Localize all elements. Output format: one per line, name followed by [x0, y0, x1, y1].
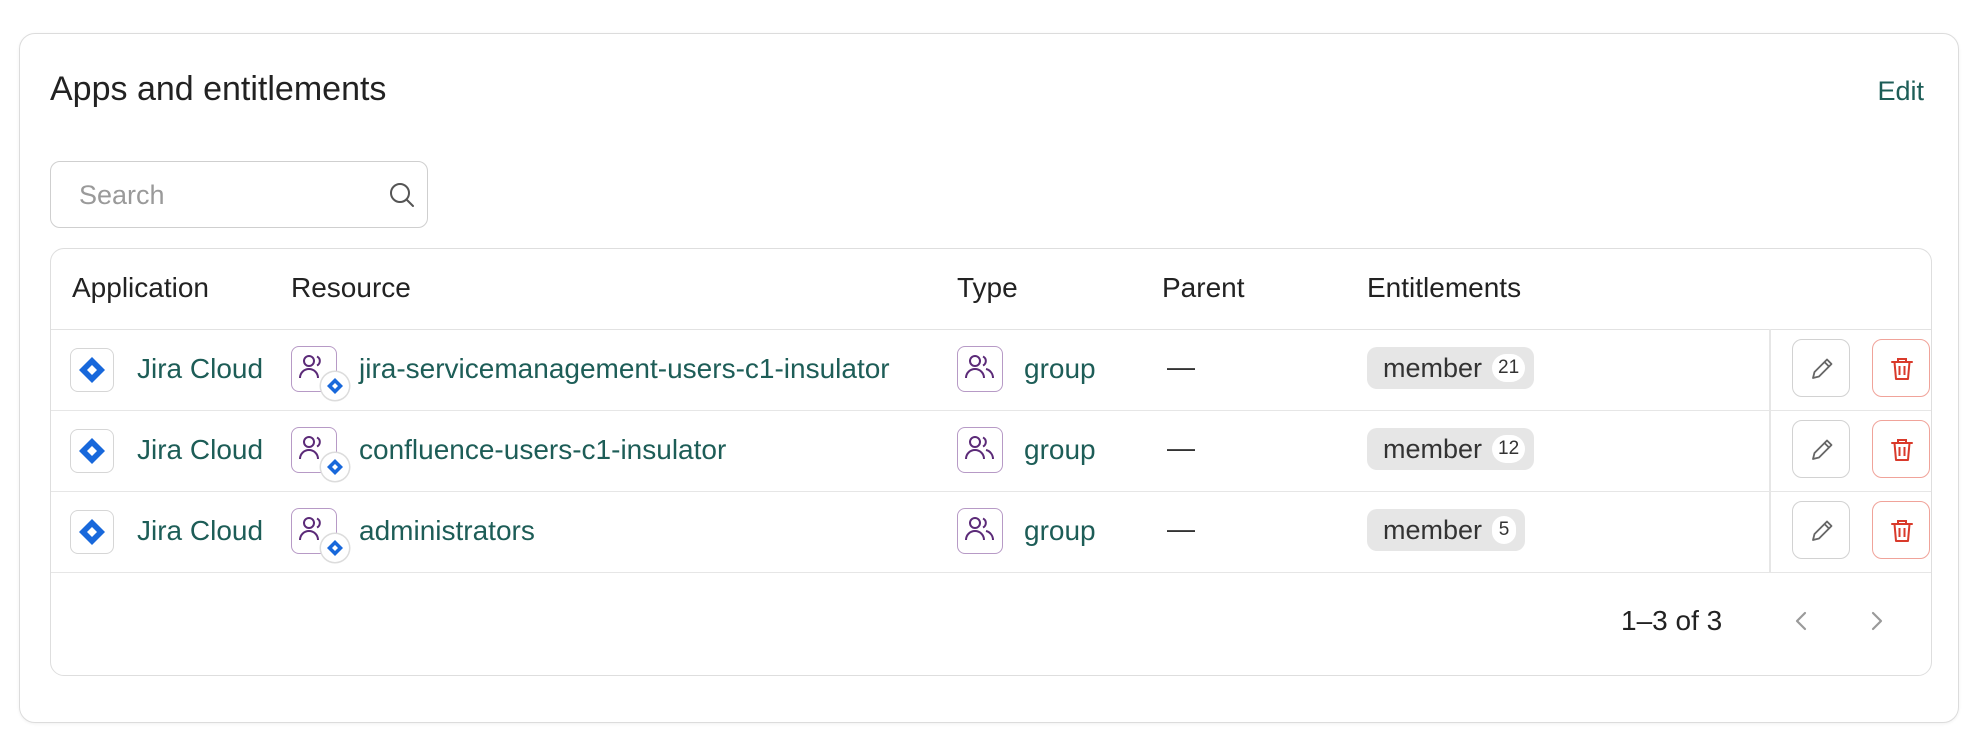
jira-diamond-icon [70, 348, 114, 392]
previous-page-button[interactable] [1781, 601, 1821, 641]
application-link[interactable]: Jira Cloud [137, 353, 263, 385]
type-label: group [1024, 353, 1096, 384]
search-icon[interactable] [387, 180, 417, 210]
table-row: Jira Cloud jira-servicemanagement-users-… [51, 329, 1931, 411]
entitlement-count: 5 [1492, 516, 1517, 544]
type-label: group [1024, 515, 1096, 546]
actions-divider [1769, 329, 1771, 410]
parent-value: — [1167, 513, 1195, 544]
resource-link[interactable]: jira-servicemanagement-users-c1-insulato… [359, 353, 890, 385]
delete-row-button[interactable] [1872, 501, 1930, 559]
table-row: Jira Cloud administrators group — member… [51, 491, 1931, 573]
trash-icon [1891, 439, 1913, 461]
edit-button[interactable]: Edit [1877, 76, 1924, 107]
section-title: Apps and entitlements [50, 70, 387, 108]
entitlement-count: 12 [1492, 435, 1526, 463]
chevron-right-icon [1871, 611, 1883, 631]
parent-value: — [1167, 432, 1195, 463]
pencil-icon [1812, 439, 1833, 460]
edit-row-button[interactable] [1792, 420, 1850, 478]
application-link[interactable]: Jira Cloud [137, 515, 263, 547]
trash-icon [1891, 520, 1913, 542]
entitlement-label: member [1383, 514, 1483, 545]
parent-value: — [1167, 351, 1195, 382]
entitlements-table: Application Resource Type Parent Entitle… [50, 248, 1932, 676]
entitlement-count: 21 [1492, 354, 1526, 382]
jira-badge-icon [321, 534, 349, 562]
pencil-icon [1812, 520, 1833, 541]
entitlement-label: member [1383, 352, 1483, 383]
search-input[interactable] [77, 162, 381, 228]
pencil-icon [1812, 358, 1833, 379]
table-header: Application Resource Type Parent Entitle… [51, 249, 1931, 330]
column-header-entitlements: Entitlements [1367, 272, 1522, 303]
table-row: Jira Cloud confluence-users-c1-insulator… [51, 410, 1931, 492]
entitlement-label: member [1383, 433, 1483, 464]
people-icon [957, 508, 1003, 554]
jira-badge-icon [321, 453, 349, 481]
next-page-button[interactable] [1857, 601, 1897, 641]
actions-divider [1769, 410, 1771, 491]
pagination-range: 1–3 of 3 [1621, 605, 1723, 636]
edit-row-button[interactable] [1792, 339, 1850, 397]
apps-entitlements-card: Apps and entitlements Edit Application R… [19, 33, 1959, 723]
resource-link[interactable]: administrators [359, 515, 535, 547]
people-icon [957, 346, 1003, 392]
entitlement-badge: member 21 [1367, 347, 1535, 389]
entitlement-badge: member 12 [1367, 428, 1535, 470]
actions-divider [1769, 491, 1771, 572]
entitlement-badge: member 5 [1367, 509, 1526, 551]
chevron-left-icon [1795, 611, 1807, 631]
delete-row-button[interactable] [1872, 339, 1930, 397]
application-link[interactable]: Jira Cloud [137, 434, 263, 466]
resource-link[interactable]: confluence-users-c1-insulator [359, 434, 726, 466]
column-header-type: Type [957, 272, 1018, 303]
column-header-resource: Resource [291, 272, 411, 303]
column-header-parent: Parent [1162, 272, 1245, 303]
edit-row-button[interactable] [1792, 501, 1850, 559]
jira-diamond-icon [70, 510, 114, 554]
search-box [50, 161, 428, 228]
jira-diamond-icon [70, 429, 114, 473]
people-icon [957, 427, 1003, 473]
trash-icon [1891, 358, 1913, 380]
jira-badge-icon [321, 372, 349, 400]
type-label: group [1024, 434, 1096, 465]
column-header-application: Application [72, 272, 209, 303]
delete-row-button[interactable] [1872, 420, 1930, 478]
